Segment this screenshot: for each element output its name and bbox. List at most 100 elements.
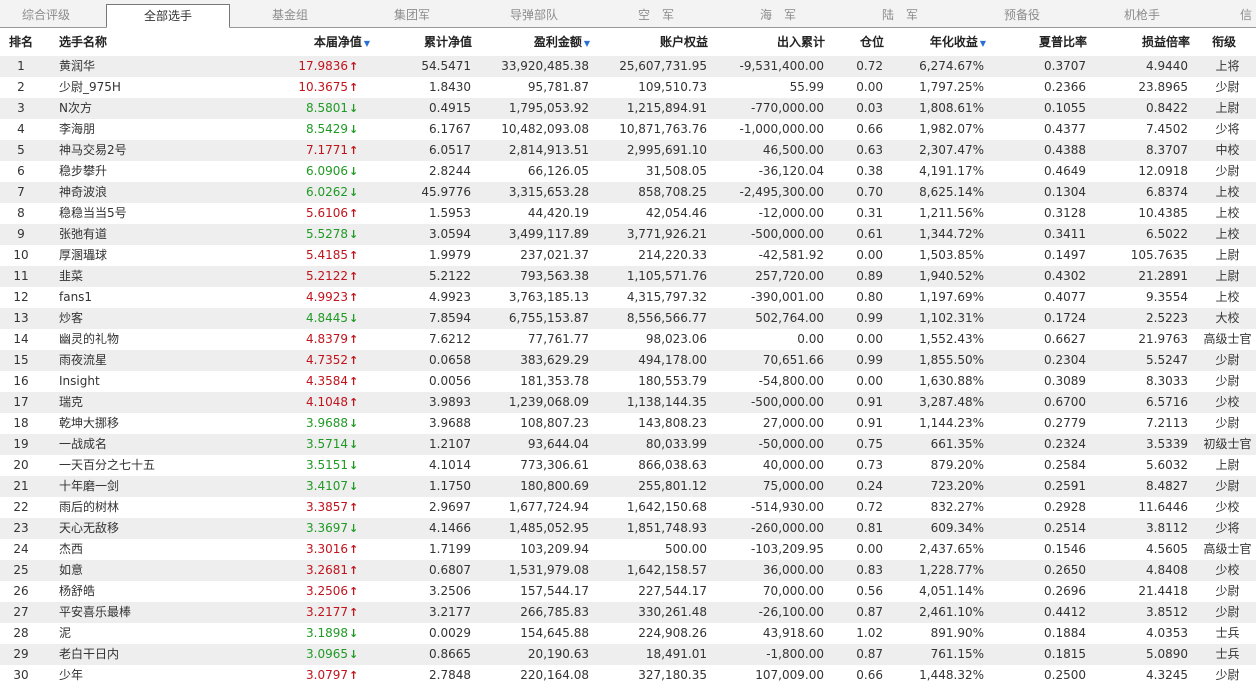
cell-cum-nav: 1.7199 xyxy=(429,542,471,556)
col-equity-header[interactable]: 账户权益 xyxy=(610,28,708,56)
table-row[interactable]: 2 少尉_975H 10.3675↑ 1.8430 95,781.87 109,510.7… xyxy=(0,77,1256,98)
tab-more[interactable]: 信 xyxy=(1240,0,1256,28)
table-row[interactable]: 3 N次方 8.5801↓ 0.4915 1,795,053.92 1,215,894.9… xyxy=(0,98,1256,119)
col-profit-header[interactable]: 盈利金额 ▼ xyxy=(490,28,590,56)
table-row[interactable]: 30 少年 3.0797↑ 2.7848 220,164.08 327,180.35 107… xyxy=(0,665,1256,686)
cell-rank: 11 xyxy=(13,269,29,283)
cell-sharpe: 0.2500 xyxy=(1044,668,1086,682)
cell-annual: 1,228.77% xyxy=(919,563,984,577)
col-name-header[interactable]: 选手名称 xyxy=(59,28,107,56)
col-position-header[interactable]: 仓位 xyxy=(840,28,884,56)
table-row[interactable]: 23 天心无敌移 3.3697↓ 4.1466 1,485,052.95 1,851,74… xyxy=(0,518,1256,539)
cell-equity: 8,556,566.77 xyxy=(626,311,707,325)
cell-position: 0.83 xyxy=(856,563,883,577)
cell-rank-title: 少尉 xyxy=(1215,584,1240,598)
tab-all-players[interactable]: 全部选手 xyxy=(106,4,230,28)
table-row[interactable]: 12 fans1 4.9923↑ 4.9923 3,763,185.13 4,315,79… xyxy=(0,287,1256,308)
col-flow-header[interactable]: 出入累计 xyxy=(730,28,825,56)
cell-cum-nav: 6.0517 xyxy=(429,143,471,157)
table-row[interactable]: 4 李海朋 8.5429↓ 6.1767 10,482,093.08 10,871,763… xyxy=(0,119,1256,140)
arrow-down-icon: ↓ xyxy=(349,417,359,430)
cell-position: 0.87 xyxy=(856,647,883,661)
cell-sharpe: 0.1055 xyxy=(1044,101,1086,115)
cell-pl-ratio: 5.5247 xyxy=(1146,353,1188,367)
cell-rank: 7 xyxy=(17,185,25,199)
cell-sharpe: 0.1304 xyxy=(1044,185,1086,199)
cell-annual: 2,307.47% xyxy=(919,143,984,157)
cell-flow: 502,764.00 xyxy=(755,311,824,325)
table-row[interactable]: 29 老白干日内 3.0965↓ 0.8665 20,190.63 18,491.01 -1… xyxy=(0,644,1256,665)
table-row[interactable]: 17 瑞克 4.1048↑ 3.9893 1,239,068.09 1,138,144.3… xyxy=(0,392,1256,413)
table-row[interactable]: 18 乾坤大挪移 3.9688↓ 3.9688 108,807.23 143,808.23… xyxy=(0,413,1256,434)
cell-flow: 55.99 xyxy=(789,80,824,94)
cell-annual: 1,448.32% xyxy=(919,668,984,682)
table-row[interactable]: 15 雨夜流星 4.7352↑ 0.0658 383,629.29 494,178.00 7… xyxy=(0,350,1256,371)
cell-player-name: 杨舒皓 xyxy=(59,584,96,598)
col-rank-header[interactable]: 排名 xyxy=(9,28,33,56)
nav-value: 3.0797 xyxy=(306,668,348,682)
cell-sharpe: 0.4377 xyxy=(1044,122,1086,136)
arrow-down-icon: ↓ xyxy=(349,186,359,199)
tab-machine-gunner[interactable]: 机枪手 xyxy=(1092,0,1192,28)
cell-position: 0.70 xyxy=(856,185,883,199)
cell-cum-nav: 45.9776 xyxy=(421,185,471,199)
table-row[interactable]: 13 炒客 4.8445↓ 7.8594 6,755,153.87 8,556,566.7… xyxy=(0,308,1256,329)
table-row[interactable]: 28 泥 3.1898↓ 0.0029 154,645.88 224,908.26 43,9… xyxy=(0,623,1256,644)
table-row[interactable]: 27 平安喜乐最棒 3.2177↑ 3.2177 266,785.83 330,261.4… xyxy=(0,602,1256,623)
tab-overall-rating[interactable]: 综合评级 xyxy=(0,0,92,28)
cell-annual: 761.15% xyxy=(930,647,984,661)
table-row[interactable]: 19 一战成名 3.5714↓ 1.2107 93,644.04 80,033.99 -50… xyxy=(0,434,1256,455)
cell-pl-ratio: 21.4418 xyxy=(1138,584,1188,598)
arrow-down-icon: ↓ xyxy=(349,312,359,325)
table-row[interactable]: 5 神马交易2号 7.1771↑ 6.0517 2,814,913.51 2,995,69… xyxy=(0,140,1256,161)
table-row[interactable]: 6 稳步攀升 6.0906↓ 2.8244 66,126.05 31,508.05 -36,… xyxy=(0,161,1256,182)
cell-profit: 157,544.17 xyxy=(520,584,589,598)
table-row[interactable]: 24 杰西 3.3016↑ 1.7199 103,209.94 500.00 -103,20… xyxy=(0,539,1256,560)
table-row[interactable]: 14 幽灵的礼物 4.8379↑ 7.6212 77,761.77 98,023.06 0.… xyxy=(0,329,1256,350)
col-annual-header[interactable]: 年化收益 ▼ xyxy=(900,28,986,56)
col-pl-ratio-header[interactable]: 损益倍率 xyxy=(1100,28,1190,56)
cell-sharpe: 0.3411 xyxy=(1044,227,1086,241)
table-row[interactable]: 26 杨舒皓 3.2506↑ 3.2506 157,544.17 227,544.17 70… xyxy=(0,581,1256,602)
tab-air-force[interactable]: 空 军 xyxy=(606,0,706,28)
table-row[interactable]: 16 Insight 4.3584↑ 0.0056 181,353.78 180,553.… xyxy=(0,371,1256,392)
cell-profit: 3,499,117.89 xyxy=(508,227,589,241)
table-row[interactable]: 10 厚溷瓃球 5.4185↑ 1.9979 237,021.37 214,220.33 -… xyxy=(0,245,1256,266)
col-sharpe-header[interactable]: 夏普比率 xyxy=(1000,28,1087,56)
cell-pl-ratio: 8.3033 xyxy=(1146,374,1188,388)
tab-navy[interactable]: 海 军 xyxy=(728,0,828,28)
tab-missile-force[interactable]: 导弹部队 xyxy=(484,0,584,28)
table-row[interactable]: 21 十年磨一剑 3.4107↓ 1.1750 180,800.69 255,801.12… xyxy=(0,476,1256,497)
cell-profit: 1,531,979.08 xyxy=(508,563,589,577)
arrow-up-icon: ↑ xyxy=(349,144,359,157)
table-row[interactable]: 8 稳稳当当5号 5.6106↑ 1.5953 44,420.19 42,054.46 -1… xyxy=(0,203,1256,224)
table-row[interactable]: 7 神奇波浪 6.0262↓ 45.9776 3,315,653.28 858,708.2… xyxy=(0,182,1256,203)
cell-rank: 30 xyxy=(13,668,29,682)
cell-annual: 1,144.23% xyxy=(919,416,984,430)
cell-annual: 1,211.56% xyxy=(919,206,984,220)
table-row[interactable]: 9 张弛有道 5.5278↓ 3.0594 3,499,117.89 3,771,926.… xyxy=(0,224,1256,245)
cell-nav: 4.3584↑ xyxy=(280,371,358,392)
cell-sharpe: 0.3128 xyxy=(1044,206,1086,220)
cell-flow: -500,000.00 xyxy=(750,227,824,241)
tab-fund-group[interactable]: 基金组 xyxy=(240,0,340,28)
cell-rank: 20 xyxy=(13,458,29,472)
cell-nav: 3.3016↑ xyxy=(280,539,358,560)
col-cum-nav-header[interactable]: 累计净值 xyxy=(380,28,472,56)
cell-pl-ratio: 3.8512 xyxy=(1146,605,1188,619)
cell-flow: 70,000.00 xyxy=(762,584,824,598)
col-nav-header[interactable]: 本届净值 ▼ xyxy=(300,28,370,56)
col-title-header[interactable]: 衔级 xyxy=(1212,28,1236,56)
tab-army[interactable]: 陆 军 xyxy=(850,0,950,28)
table-row[interactable]: 11 韭菜 5.2122↑ 5.2122 793,563.38 1,105,571.76 2… xyxy=(0,266,1256,287)
nav-value: 3.2681 xyxy=(306,563,348,577)
table-row[interactable]: 25 如意 3.2681↑ 0.6807 1,531,979.08 1,642,158.5… xyxy=(0,560,1256,581)
cell-nav: 3.2177↑ xyxy=(280,602,358,623)
table-row[interactable]: 20 一天百分之七十五 3.5151↓ 4.1014 773,306.61 866,038… xyxy=(0,455,1256,476)
tab-reserve[interactable]: 预备役 xyxy=(972,0,1072,28)
cell-sharpe: 0.3707 xyxy=(1044,59,1086,73)
table-row[interactable]: 1 黄润华 17.9836↑ 54.5471 33,920,485.38 25,607,7… xyxy=(0,56,1256,77)
tab-group-army[interactable]: 集团军 xyxy=(362,0,462,28)
cell-player-name: 少年 xyxy=(59,668,84,682)
table-row[interactable]: 22 雨后的树林 3.3857↑ 2.9697 1,677,724.94 1,642,15… xyxy=(0,497,1256,518)
